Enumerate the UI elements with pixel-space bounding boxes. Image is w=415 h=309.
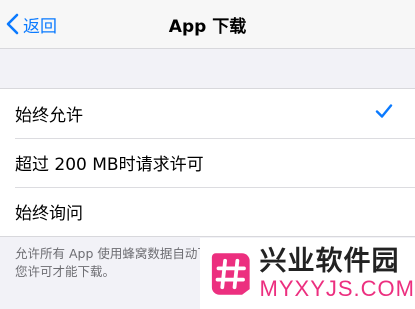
watermark: 兴业软件园 MYXYJS.COM (200, 238, 415, 309)
option-always-allow[interactable]: 始终允许 (0, 89, 415, 138)
option-label: 始终允许 (15, 106, 83, 126)
watermark-brand: 兴业软件园 (259, 245, 400, 277)
option-ask-over-200mb[interactable]: 超过 200 MB时请求许可 (0, 138, 415, 187)
option-label: 超过 200 MB时请求许可 (15, 155, 204, 175)
watermark-url: MYXYJS.COM (259, 275, 415, 301)
page-title: App 下载 (168, 17, 247, 37)
option-label: 始终询问 (15, 204, 83, 224)
navigation-bar: 返回 App 下载 (0, 0, 415, 49)
download-options-list: 始终允许 超过 200 MB时请求许可 始终询问 (0, 88, 415, 237)
option-always-ask[interactable]: 始终询问 (0, 187, 415, 236)
hash-logo-icon (211, 252, 250, 295)
checkmark-icon (375, 104, 393, 118)
